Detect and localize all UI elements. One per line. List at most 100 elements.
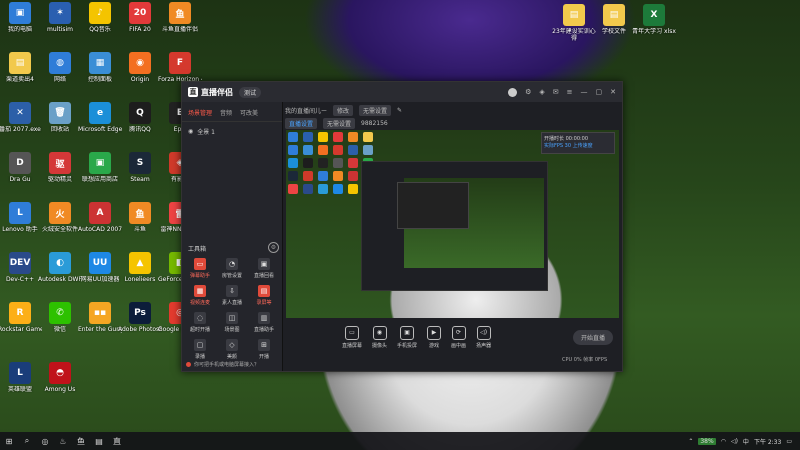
tab-scenes[interactable]: 场景管理: [188, 108, 212, 117]
desktop-icon[interactable]: ✶ multisim: [38, 2, 82, 33]
desktop-icon[interactable]: L 英雄联盟: [0, 362, 42, 393]
desktop-icon[interactable]: F Forza Horizon 4: [158, 52, 202, 83]
desktop-icon[interactable]: Q 腾讯QQ: [118, 102, 162, 133]
desktop-icon[interactable]: L Lenovo 助手: [0, 202, 42, 233]
tool-item[interactable]: ◌ 超时开播: [184, 312, 216, 333]
desktop-icon[interactable]: ▤ 渠道卖出4: [0, 52, 42, 83]
volume-icon[interactable]: ◁): [731, 438, 738, 445]
tool-item[interactable]: ⇩ 素人直播: [216, 285, 248, 306]
settings-icon[interactable]: ⚙: [525, 88, 531, 96]
menu-icon[interactable]: ≡: [567, 88, 573, 96]
edit-tag[interactable]: 修改: [333, 105, 354, 116]
source-control[interactable]: ◁) 扬声器: [476, 325, 492, 349]
desktop-icon[interactable]: ✆ 微信: [38, 302, 82, 333]
eye-icon[interactable]: ◉: [188, 128, 193, 135]
tool-icon: ◫: [226, 312, 238, 324]
desktop-icon[interactable]: ◓ Among Us: [38, 362, 82, 393]
tab-beauty[interactable]: 可改美: [240, 108, 258, 117]
desktop-icon[interactable]: Ps Adobe Photosh...: [118, 302, 162, 333]
chrome-taskbar-icon[interactable]: ◎: [36, 432, 54, 450]
desktop-icon[interactable]: ✕ 番茄 2077.exe: [0, 102, 42, 133]
desktop-icon[interactable]: ◉ Origin: [118, 52, 162, 83]
close-icon[interactable]: ✕: [610, 88, 616, 96]
tool-icon: ◌: [194, 312, 206, 324]
tools-settings-icon[interactable]: ⚙: [268, 242, 279, 253]
desktop-icon[interactable]: 鱼斗鱼直播伴侣: [158, 2, 202, 33]
desktop-icon[interactable]: ▤ 学校文件: [592, 4, 636, 35]
stream-title[interactable]: 我的直播间儿ー: [285, 106, 327, 115]
avatar[interactable]: [508, 87, 518, 97]
desktop-icon[interactable]: ◍ 网络: [38, 52, 82, 83]
desktop-icon[interactable]: UU 网易UU加速器: [78, 252, 122, 283]
version-badge[interactable]: 测试: [239, 86, 262, 98]
stream-preview[interactable]: 开播时长 00:00:00 实际FPS 30 上传速度: [286, 130, 619, 318]
desktop-icon[interactable]: X 青年大学习 xlsx: [632, 4, 676, 35]
tool-item[interactable]: ▭ 弹幕助手: [184, 258, 216, 279]
douyu-taskbar-icon[interactable]: 鱼: [72, 432, 90, 450]
tool-item[interactable]: ▥ 直播助手: [248, 312, 280, 333]
tool-item[interactable]: ◔ 房管设置: [216, 258, 248, 279]
app-icon: F: [169, 52, 191, 74]
source-label: 扬声器: [476, 342, 492, 349]
desktop-icon[interactable]: 🗑 回收站: [38, 102, 82, 133]
desktop-icon[interactable]: DEV Dev-C++: [0, 252, 42, 283]
wifi-icon[interactable]: ◠: [721, 438, 726, 445]
no-setting-tag[interactable]: 无需设置: [323, 117, 356, 129]
extra-setting[interactable]: 无需设置: [359, 105, 392, 116]
desktop-icon[interactable]: 鱼斗鱼: [118, 202, 162, 233]
ime-indicator[interactable]: 中: [743, 437, 749, 446]
edit-icon[interactable]: ✎: [397, 107, 402, 114]
desktop-icon[interactable]: ▪▪ Enter the Gungeon: [78, 302, 122, 333]
desktop-icon[interactable]: e Microsoft Edge: [78, 102, 122, 133]
desktop-icon[interactable]: ▦ 控制面板: [78, 52, 122, 83]
desktop-icon[interactable]: ▲ Lonelieers: [118, 252, 162, 283]
desktop-icon[interactable]: ▣ 联想应用商店: [78, 152, 122, 183]
notification-icon[interactable]: ▭: [786, 438, 792, 445]
folder-taskbar-icon[interactable]: ▤: [90, 432, 108, 450]
bottom-hint[interactable]: 你可把手机或电脑屏幕接入？: [186, 361, 259, 368]
desktop-icon[interactable]: 20 FIFA 20: [118, 2, 162, 33]
source-control[interactable]: ◉ 摄像头: [372, 325, 387, 349]
battery-indicator[interactable]: 38%: [698, 437, 716, 445]
search-icon[interactable]: ⌕: [18, 432, 36, 450]
skin-icon[interactable]: ◈: [539, 88, 544, 96]
tool-item[interactable]: ▤ 录屏等: [248, 285, 280, 306]
desktop-icon[interactable]: ▤ 23年建设实训心得: [552, 4, 596, 42]
tool-item[interactable]: ▣ 直播回看: [248, 258, 280, 279]
source-control[interactable]: ▣ 手机投屏: [397, 325, 417, 349]
tool-item[interactable]: ◫ 场景图: [216, 312, 248, 333]
start-icon[interactable]: ⊞: [0, 432, 18, 450]
app-taskbar-icon[interactable]: 直: [108, 432, 126, 450]
desktop-icon[interactable]: 驱驱动精灵: [38, 152, 82, 183]
stream-settings-tag[interactable]: 直播设置: [285, 117, 318, 129]
desktop-icon[interactable]: 火火绒安全软件: [38, 202, 82, 233]
desktop-icon[interactable]: R Rockstar Games ...: [0, 302, 42, 333]
tool-item[interactable]: ◇ 美颜: [216, 339, 248, 360]
tab-audio[interactable]: 音频: [220, 108, 232, 117]
desktop-icon-label: 微信: [53, 326, 66, 333]
clock[interactable]: 下午 2:33: [754, 437, 781, 446]
desktop-icon[interactable]: ♪ QQ音乐: [78, 2, 122, 33]
scene-item[interactable]: ◉ 全景 1: [182, 122, 282, 141]
tool-item[interactable]: ⊞ 开播: [248, 339, 280, 360]
chevron-up-icon[interactable]: ⌃: [688, 438, 693, 445]
desktop-icon[interactable]: ▣ 我的电脑: [0, 2, 42, 33]
start-live-button[interactable]: 开始直播: [572, 329, 613, 345]
app-icon: ▣: [89, 152, 111, 174]
maximize-icon[interactable]: ▢: [596, 88, 603, 96]
alert-dot-icon: [186, 362, 191, 367]
desktop-icon[interactable]: D Dra Gu: [0, 152, 42, 183]
desktop-icon[interactable]: ◐ Autodesk DWF Viewer: [38, 252, 82, 283]
source-control[interactable]: ⟳ 画中画: [451, 325, 466, 349]
desktop-icon[interactable]: S Steam: [118, 152, 162, 183]
tool-item[interactable]: ▢ 录播: [184, 339, 216, 360]
source-control[interactable]: ▭ 直播屏幕: [342, 325, 362, 349]
steam-taskbar-icon[interactable]: ♨: [54, 432, 72, 450]
desktop-icon[interactable]: A AutoCAD 2007: [78, 202, 122, 233]
tool-label: 录屏等: [256, 300, 272, 306]
tool-label: 场景图: [224, 327, 240, 333]
message-icon[interactable]: ✉: [553, 88, 559, 96]
source-control[interactable]: ▶ 游戏: [427, 325, 442, 349]
minimize-icon[interactable]: —: [581, 88, 588, 96]
tool-item[interactable]: ▦ 视频连麦: [184, 285, 216, 306]
